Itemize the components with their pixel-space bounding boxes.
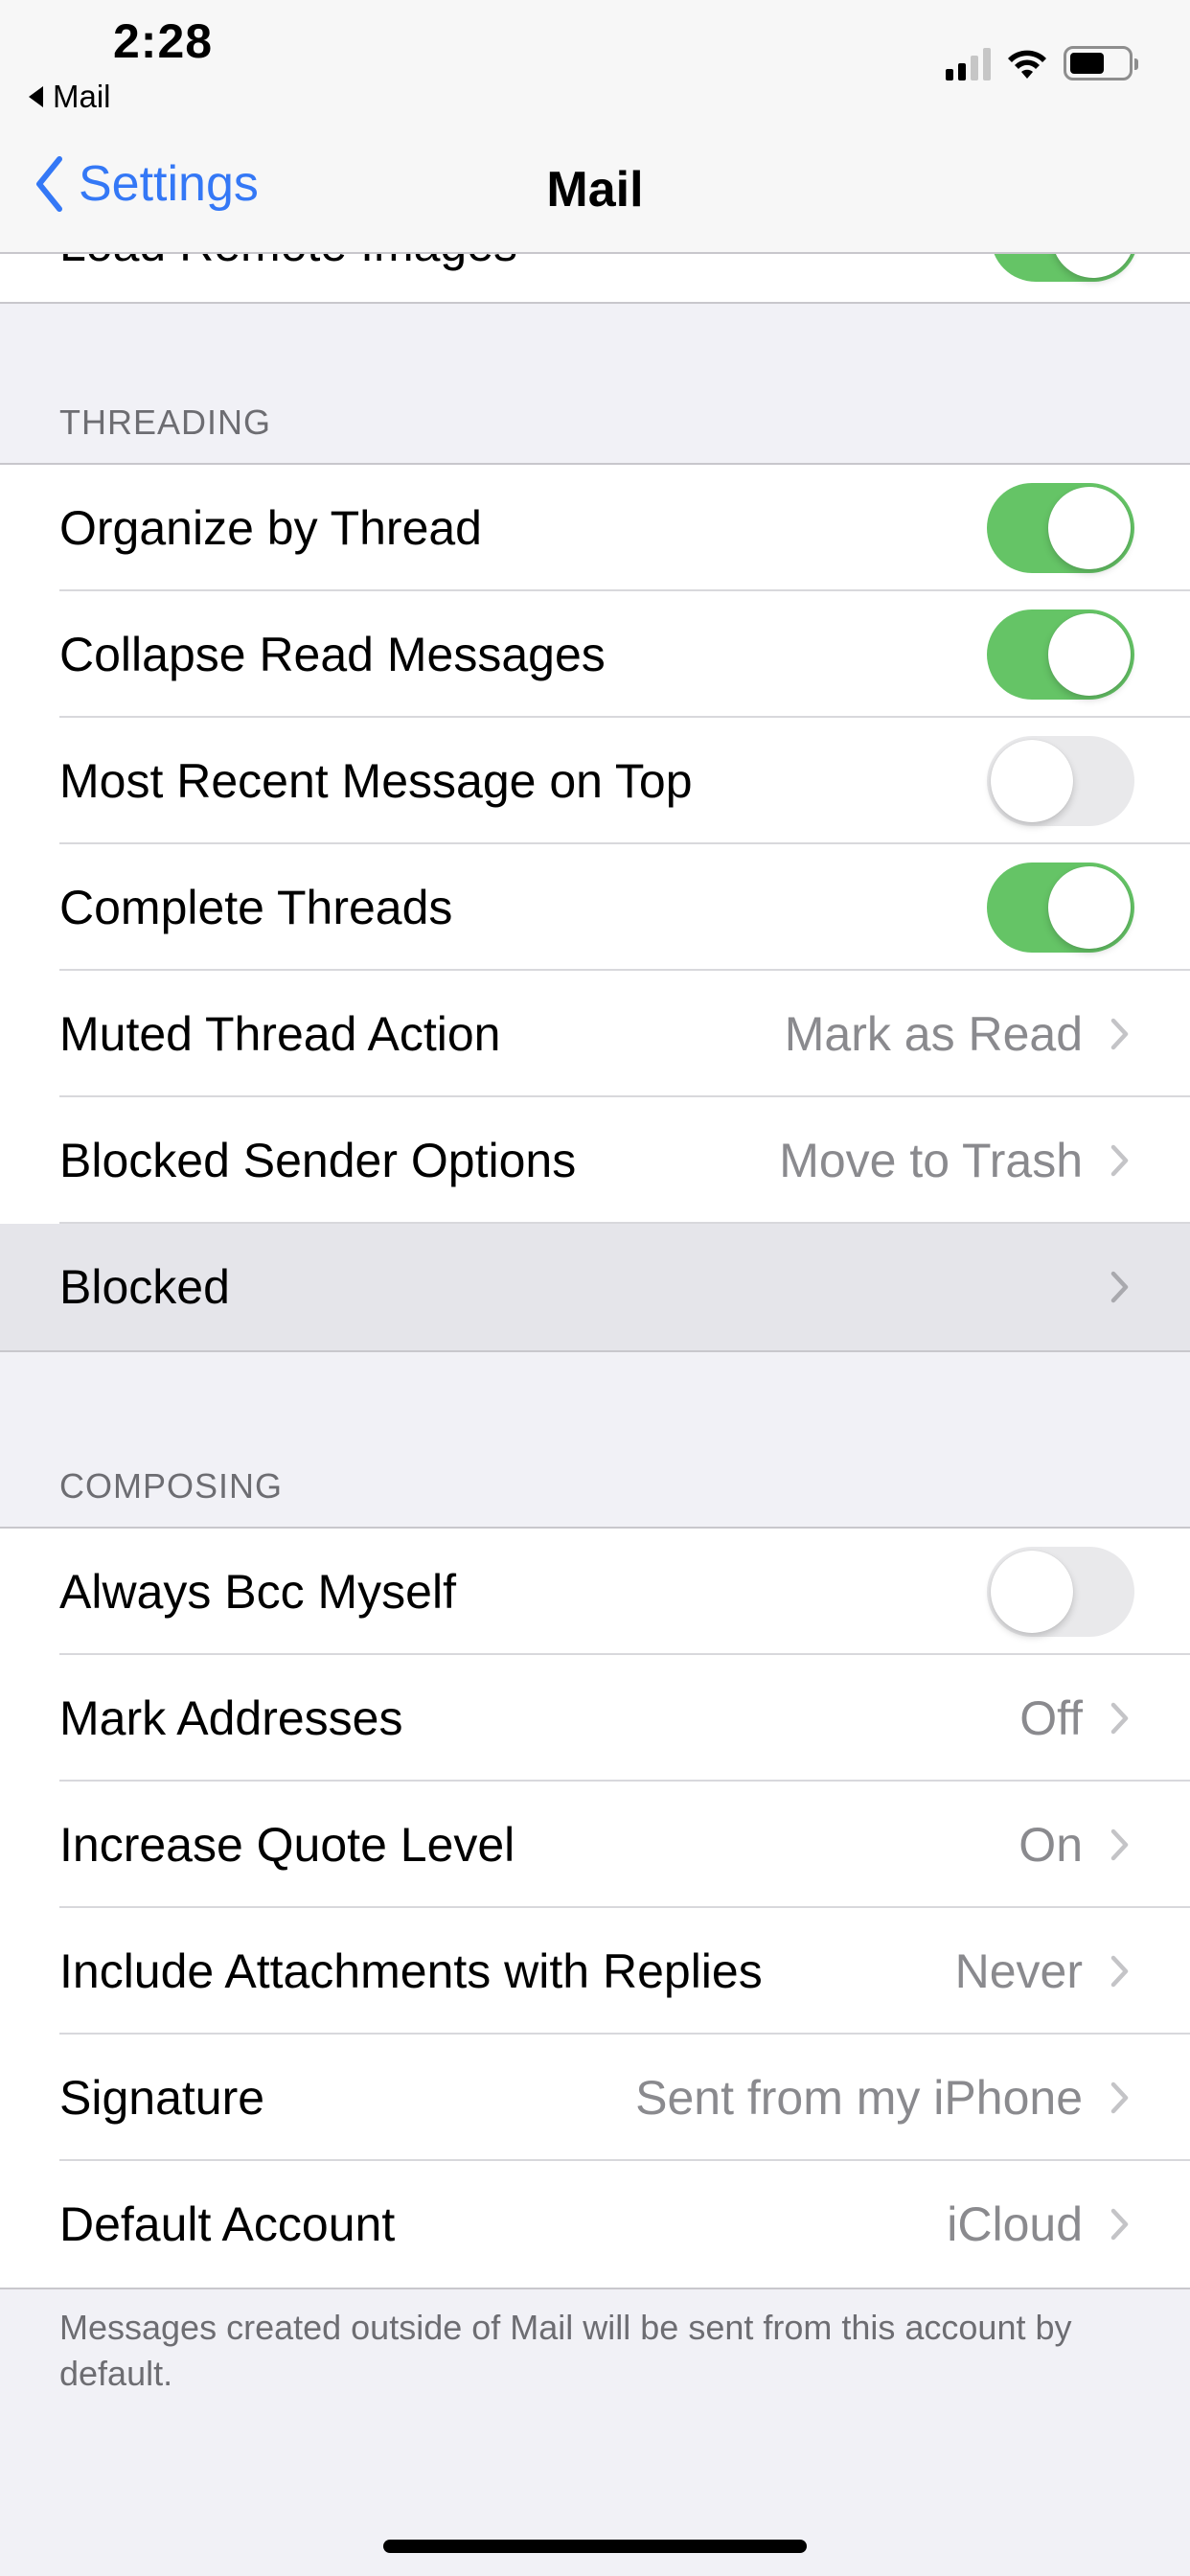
cellular-signal-icon (946, 46, 991, 80)
row-increase-quote-level[interactable]: Increase Quote Level On (0, 1782, 1190, 1908)
row-label: Always Bcc Myself (59, 1565, 456, 1619)
row-value: iCloud (947, 2197, 1083, 2251)
toggle-knob (1048, 487, 1131, 569)
threading-section-header: THREADING (59, 402, 272, 442)
battery-icon (1064, 46, 1138, 80)
row-value: Off (1019, 1691, 1083, 1745)
row-label: Include Attachments with Replies (59, 1944, 763, 1998)
page-title: Mail (546, 162, 644, 218)
row-label: Blocked Sender Options (59, 1134, 577, 1187)
row-collapse-read-messages[interactable]: Collapse Read Messages (0, 591, 1190, 718)
back-triangle-icon (29, 86, 43, 107)
battery-fill (1070, 53, 1104, 74)
row-mark-addresses[interactable]: Mark Addresses Off (0, 1655, 1190, 1782)
chevron-right-icon (1110, 1955, 1129, 1988)
row-label: Most Recent Message on Top (59, 754, 693, 808)
row-complete-threads[interactable]: Complete Threads (0, 844, 1190, 971)
composing-section-header: COMPOSING (59, 1466, 284, 1506)
collapse-read-messages-toggle[interactable] (987, 610, 1134, 700)
row-organize-by-thread[interactable]: Organize by Thread (0, 465, 1190, 591)
complete-threads-toggle[interactable] (987, 862, 1134, 953)
row-value: Mark as Read (784, 1007, 1083, 1061)
row-muted-thread-action[interactable]: Muted Thread Action Mark as Read (0, 971, 1190, 1097)
row-include-attachments-with-replies[interactable]: Include Attachments with Replies Never (0, 1908, 1190, 2035)
home-indicator[interactable] (383, 2540, 807, 2553)
row-value: On (1018, 1818, 1083, 1872)
toggle-knob (1048, 866, 1131, 949)
chevron-right-icon (1110, 1702, 1129, 1735)
back-to-app-button[interactable]: Mail (29, 79, 111, 115)
chevron-right-icon (1110, 2082, 1129, 2114)
row-label: Increase Quote Level (59, 1818, 515, 1872)
always-bcc-myself-toggle[interactable] (987, 1547, 1134, 1637)
chevron-right-icon (1110, 1018, 1129, 1050)
row-label: Organize by Thread (59, 501, 482, 555)
row-label: Default Account (59, 2197, 396, 2251)
toggle-knob (991, 1551, 1073, 1633)
toggle-knob (991, 740, 1073, 822)
row-label: Signature (59, 2071, 265, 2125)
row-default-account[interactable]: Default Account iCloud (0, 2161, 1190, 2288)
back-app-label: Mail (53, 79, 111, 114)
row-value: Never (954, 1944, 1083, 1998)
status-icons (946, 46, 1138, 80)
row-value: Sent from my iPhone (635, 2071, 1083, 2125)
toggle-knob (1048, 613, 1131, 696)
row-label: Complete Threads (59, 881, 453, 934)
row-blocked-sender-options[interactable]: Blocked Sender Options Move to Trash (0, 1097, 1190, 1224)
row-label: Blocked (59, 1260, 230, 1314)
composing-group: Always Bcc Myself Mark Addresses Off Increa… (0, 1527, 1190, 2289)
row-label: Mark Addresses (59, 1691, 403, 1745)
row-always-bcc-myself[interactable]: Always Bcc Myself (0, 1529, 1190, 1655)
threading-group: Organize by Thread Collapse Read Messages… (0, 463, 1190, 1352)
organize-by-thread-toggle[interactable] (987, 483, 1134, 573)
default-account-footnote: Messages created outside of Mail will be… (59, 2308, 1072, 2393)
chevron-right-icon (1110, 2208, 1129, 2241)
row-most-recent-message-on-top[interactable]: Most Recent Message on Top (0, 718, 1190, 844)
row-blocked[interactable]: Blocked (0, 1224, 1190, 1350)
chevron-right-icon (1110, 1271, 1129, 1303)
row-label: Collapse Read Messages (59, 628, 606, 681)
status-time: 2:28 (113, 14, 214, 68)
wifi-icon (1008, 50, 1046, 79)
chevron-right-icon (1110, 1144, 1129, 1177)
chevron-right-icon (1110, 1828, 1129, 1861)
row-signature[interactable]: Signature Sent from my iPhone (0, 2035, 1190, 2161)
row-value: Move to Trash (779, 1134, 1083, 1187)
row-label: Muted Thread Action (59, 1007, 501, 1061)
most-recent-message-on-top-toggle[interactable] (987, 736, 1134, 826)
navigation-header: 2:28 Mail Settings Mail (0, 0, 1190, 254)
